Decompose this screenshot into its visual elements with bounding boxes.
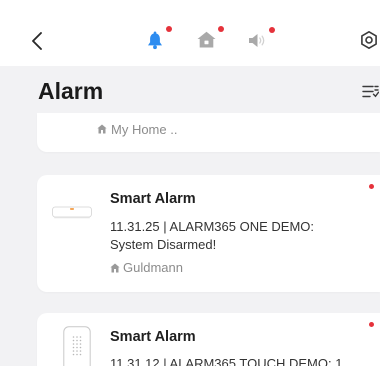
keypad-icon — [63, 326, 91, 366]
unread-dot — [369, 322, 374, 327]
back-button[interactable] — [30, 31, 44, 51]
location-home-icon — [110, 263, 120, 273]
page-title: Alarm — [38, 78, 104, 104]
bell-icon — [148, 31, 162, 50]
page-header: Alarm — [0, 66, 380, 110]
filter-button[interactable] — [362, 85, 379, 98]
home-icon — [197, 31, 216, 48]
device-name: Smart Alarm — [110, 191, 196, 207]
alarm-message: 11.31.12 | ALARM365 TOUCH DEMO: 1 — [110, 356, 343, 366]
chevron-left-icon — [32, 32, 42, 50]
tab-alarm-badge — [166, 26, 172, 32]
tab-alarm[interactable] — [147, 26, 172, 50]
device-name: Smart Alarm — [110, 329, 196, 345]
unread-dot — [369, 184, 374, 189]
location-home-icon — [97, 124, 107, 134]
alarm-message: 11.31.25 | ALARM365 ONE DEMO: System Dis… — [110, 219, 315, 252]
smart-alarm-hub-icon — [52, 206, 92, 219]
alarm-card[interactable]: Smart Alarm 11.31.12 | ALARM365 TOUCH DE… — [37, 313, 380, 366]
settings-button[interactable] — [359, 30, 379, 50]
location-name: My Home .. — [111, 122, 178, 137]
gear-icon — [361, 31, 377, 49]
alarm-card[interactable]: My Home .. — [37, 113, 380, 152]
location-name: Guldmann — [123, 260, 183, 275]
tab-sound[interactable] — [248, 27, 275, 48]
speaker-icon — [249, 34, 265, 47]
tab-sound-badge — [269, 27, 275, 33]
nav-bar — [0, 0, 380, 66]
tab-home[interactable] — [197, 26, 224, 48]
filter-list-icon — [362, 85, 379, 98]
alarm-card[interactable]: Smart Alarm 11.31.25 | ALARM365 ONE DEMO… — [37, 175, 380, 292]
tab-home-badge — [218, 26, 224, 32]
